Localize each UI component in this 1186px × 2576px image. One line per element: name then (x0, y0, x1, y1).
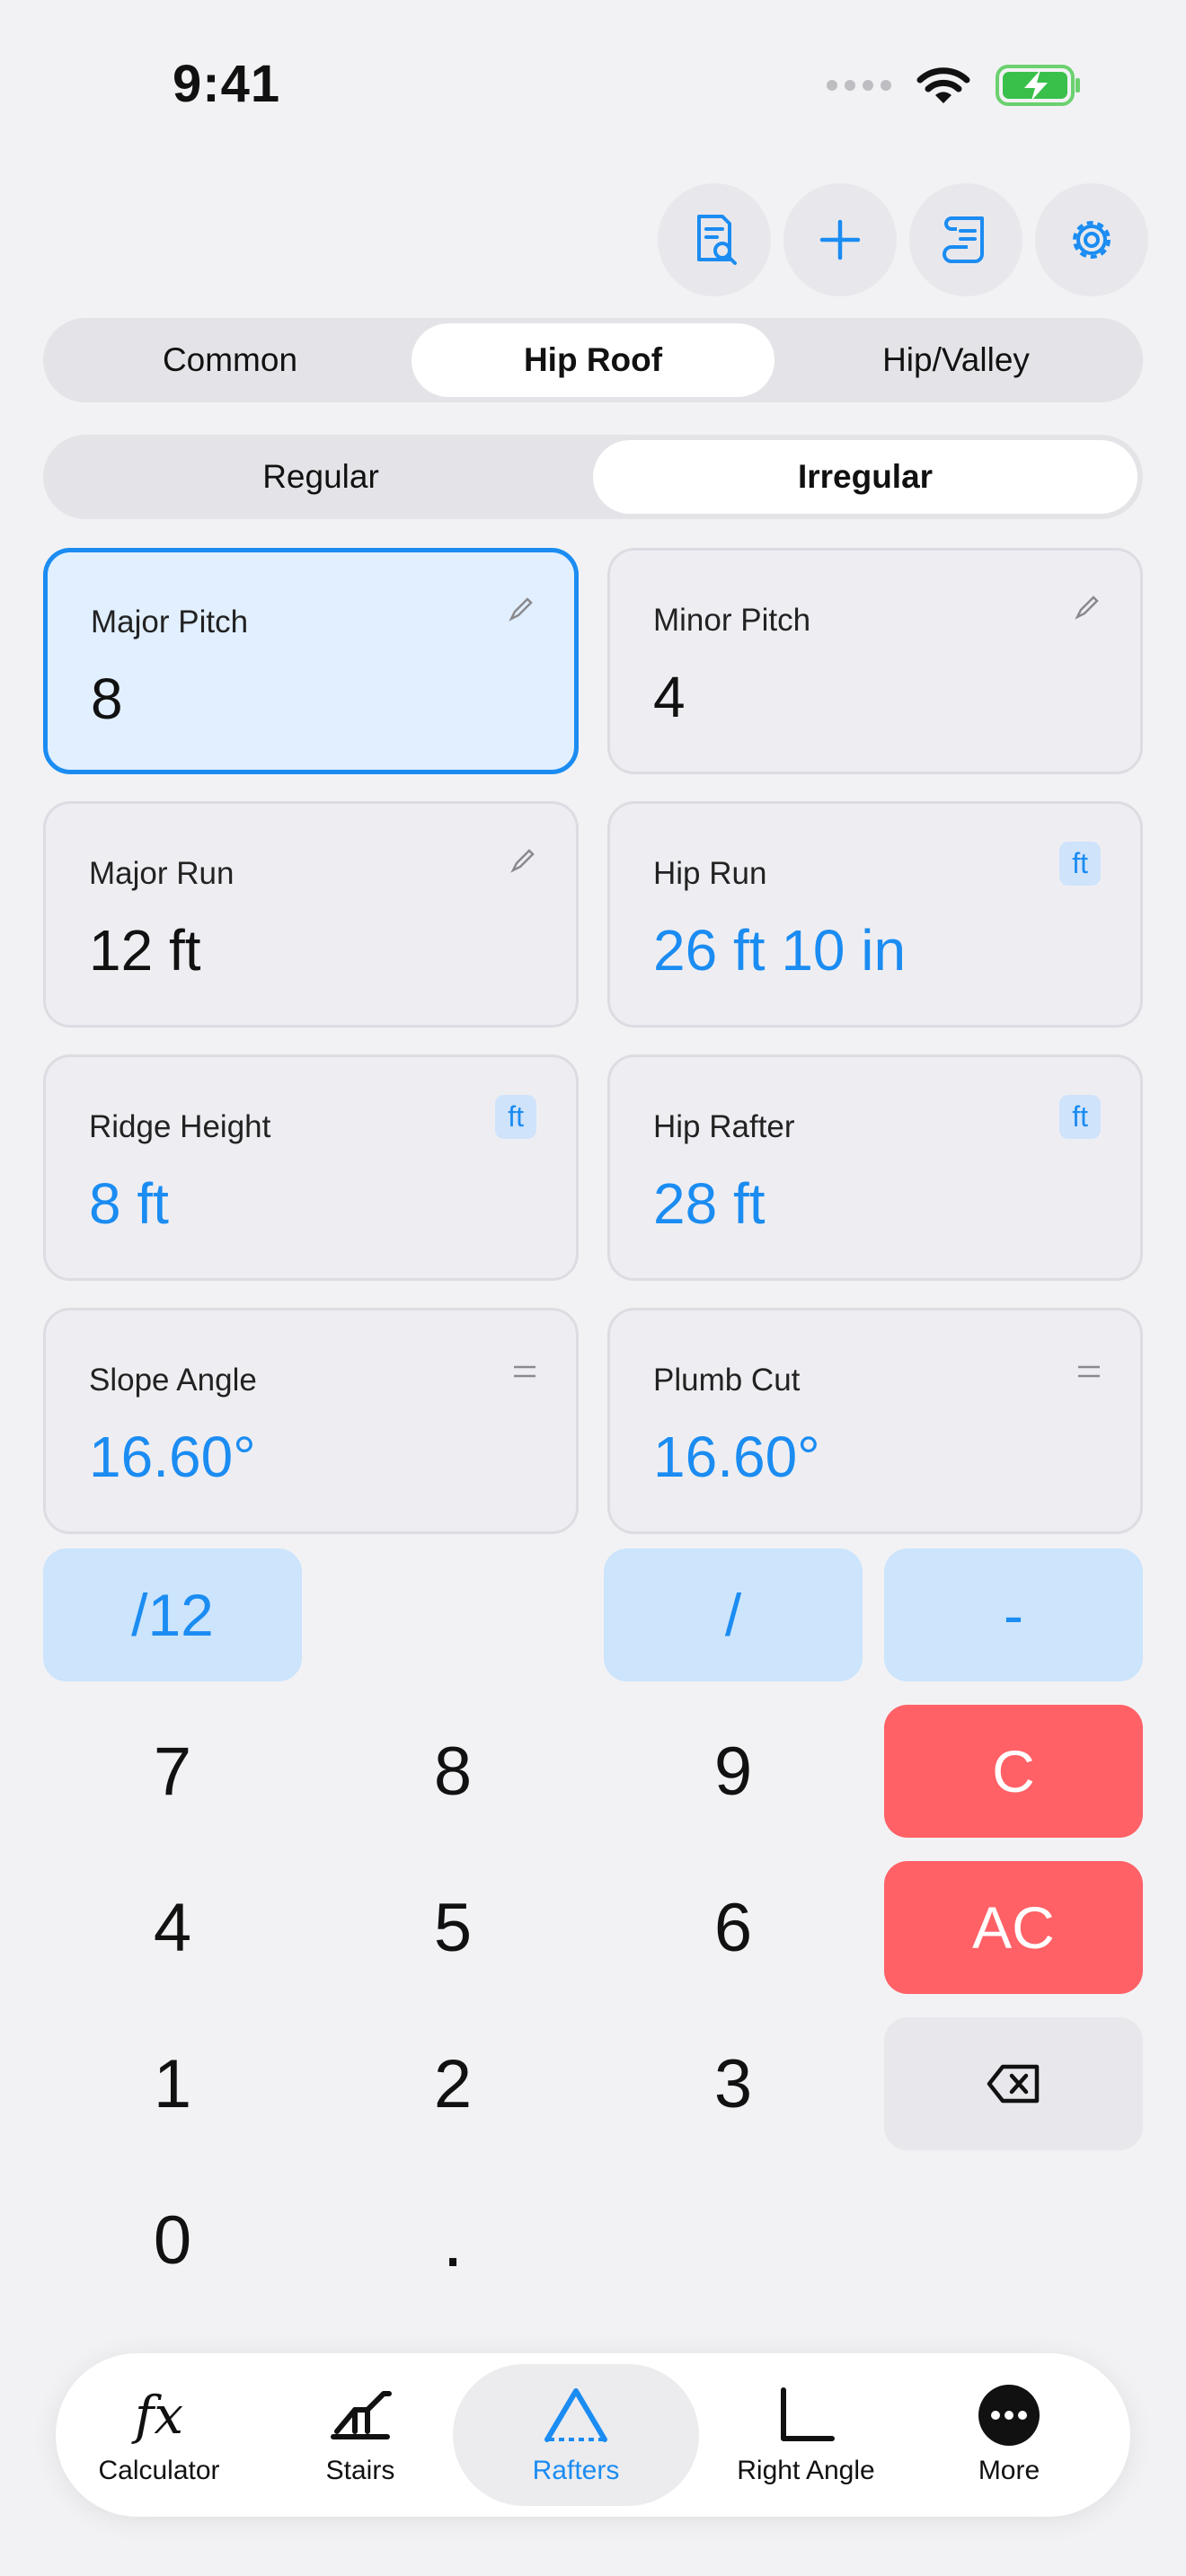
signal-dots-icon (827, 80, 891, 91)
segment-irregular[interactable]: Irregular (593, 440, 1137, 514)
field-label: Minor Pitch (653, 603, 811, 638)
plumb-cut-card[interactable]: Plumb Cut 16.60° (607, 1308, 1143, 1534)
slope-angle-card[interactable]: Slope Angle 16.60° (43, 1308, 579, 1534)
key-0[interactable]: 0 (43, 2174, 302, 2307)
status-bar: 9:41 (0, 0, 1186, 162)
scroll-icon (943, 216, 984, 263)
ridge-height-card[interactable]: Ridge Height 8 ft ft (43, 1054, 579, 1281)
tab-stairs[interactable]: Stairs (257, 2353, 464, 2517)
pencil-icon (1075, 595, 1099, 620)
add-button[interactable] (783, 183, 897, 296)
key-1[interactable]: 1 (43, 2017, 302, 2150)
field-label: Plumb Cut (653, 1363, 801, 1398)
function-icon: fx (134, 2385, 184, 2446)
field-value: 28 ft (653, 1171, 766, 1236)
tab-label: Right Angle (737, 2456, 875, 2485)
battery-charging-icon (996, 65, 1080, 106)
key-5[interactable]: 5 (323, 1861, 582, 1994)
major-pitch-card[interactable]: Major Pitch 8 (43, 548, 579, 774)
field-label: Major Pitch (91, 604, 249, 640)
key-4[interactable]: 4 (43, 1861, 302, 1994)
field-label: Major Run (89, 856, 235, 891)
field-label: Hip Run (653, 856, 767, 891)
document-search-icon (697, 215, 737, 265)
segment-hip-valley[interactable]: Hip/Valley (774, 323, 1137, 397)
field-value: 8 (91, 666, 123, 731)
top-toolbar (658, 183, 1148, 296)
unit-badge[interactable]: ft (495, 1095, 536, 1139)
notes-button[interactable] (909, 183, 1022, 296)
key-decimal[interactable]: . (323, 2174, 582, 2307)
key-3[interactable]: 3 (604, 2017, 863, 2150)
pencil-icon (509, 597, 533, 622)
field-label: Ridge Height (89, 1109, 271, 1144)
field-label: Hip Rafter (653, 1109, 795, 1144)
field-value: 8 ft (89, 1171, 169, 1236)
settings-button[interactable] (1035, 183, 1148, 296)
unit-badge[interactable]: ft (1059, 842, 1101, 886)
rafters-triangle-icon (544, 2388, 607, 2442)
field-value: 4 (653, 665, 686, 729)
tab-bar: fx Calculator Stairs Rafters Right Angle (56, 2353, 1130, 2517)
plus-icon (819, 219, 861, 260)
key-9[interactable]: 9 (604, 1705, 863, 1838)
key-minus[interactable]: - (884, 1548, 1143, 1681)
stairs-icon (331, 2391, 392, 2439)
history-search-button[interactable] (658, 183, 771, 296)
key-7[interactable]: 7 (43, 1705, 302, 1838)
equals-icon (1078, 1365, 1100, 1378)
tab-label: Stairs (325, 2456, 395, 2485)
major-run-card[interactable]: Major Run 12 ft (43, 801, 579, 1028)
more-ellipsis-icon (978, 2385, 1040, 2446)
key-fraction-slash[interactable]: / (604, 1548, 863, 1681)
key-clear[interactable]: C (884, 1705, 1143, 1838)
field-value: 12 ft (89, 918, 201, 983)
wifi-icon (916, 67, 970, 103)
tab-more[interactable]: More (906, 2353, 1112, 2517)
key-2[interactable]: 2 (323, 2017, 582, 2150)
key-over-12[interactable]: /12 (43, 1548, 302, 1681)
field-label: Slope Angle (89, 1363, 257, 1398)
key-8[interactable]: 8 (323, 1705, 582, 1838)
pencil-icon (510, 849, 535, 873)
key-all-clear[interactable]: AC (884, 1861, 1143, 1994)
tab-label: Calculator (98, 2456, 220, 2485)
hip-rafter-card[interactable]: Hip Rafter 28 ft ft (607, 1054, 1143, 1281)
segment-regular[interactable]: Regular (49, 440, 593, 514)
field-value: 16.60° (89, 1425, 256, 1489)
gear-icon (1073, 221, 1111, 259)
hip-run-card[interactable]: Hip Run 26 ft 10 in ft (607, 801, 1143, 1028)
key-backspace[interactable] (884, 2017, 1143, 2150)
status-time: 9:41 (173, 55, 281, 113)
delete-backward-icon (987, 2064, 1040, 2104)
field-value: 16.60° (653, 1425, 820, 1489)
hip-type-segmented-control: Regular Irregular (43, 435, 1143, 519)
segment-common[interactable]: Common (49, 323, 412, 397)
tab-label: Rafters (532, 2456, 620, 2485)
segment-hip-roof[interactable]: Hip Roof (412, 323, 774, 397)
right-angle-icon (781, 2387, 835, 2441)
tab-calculator[interactable]: fx Calculator (56, 2353, 262, 2517)
field-value: 26 ft 10 in (653, 918, 907, 983)
tab-right-angle[interactable]: Right Angle (703, 2353, 909, 2517)
unit-badge[interactable]: ft (1059, 1095, 1101, 1139)
tab-label: More (978, 2456, 1040, 2485)
minor-pitch-card[interactable]: Minor Pitch 4 (607, 548, 1143, 774)
roof-type-segmented-control: Common Hip Roof Hip/Valley (43, 318, 1143, 402)
tab-rafters[interactable]: Rafters (453, 2353, 699, 2517)
key-6[interactable]: 6 (604, 1861, 863, 1994)
equals-icon (514, 1365, 535, 1378)
